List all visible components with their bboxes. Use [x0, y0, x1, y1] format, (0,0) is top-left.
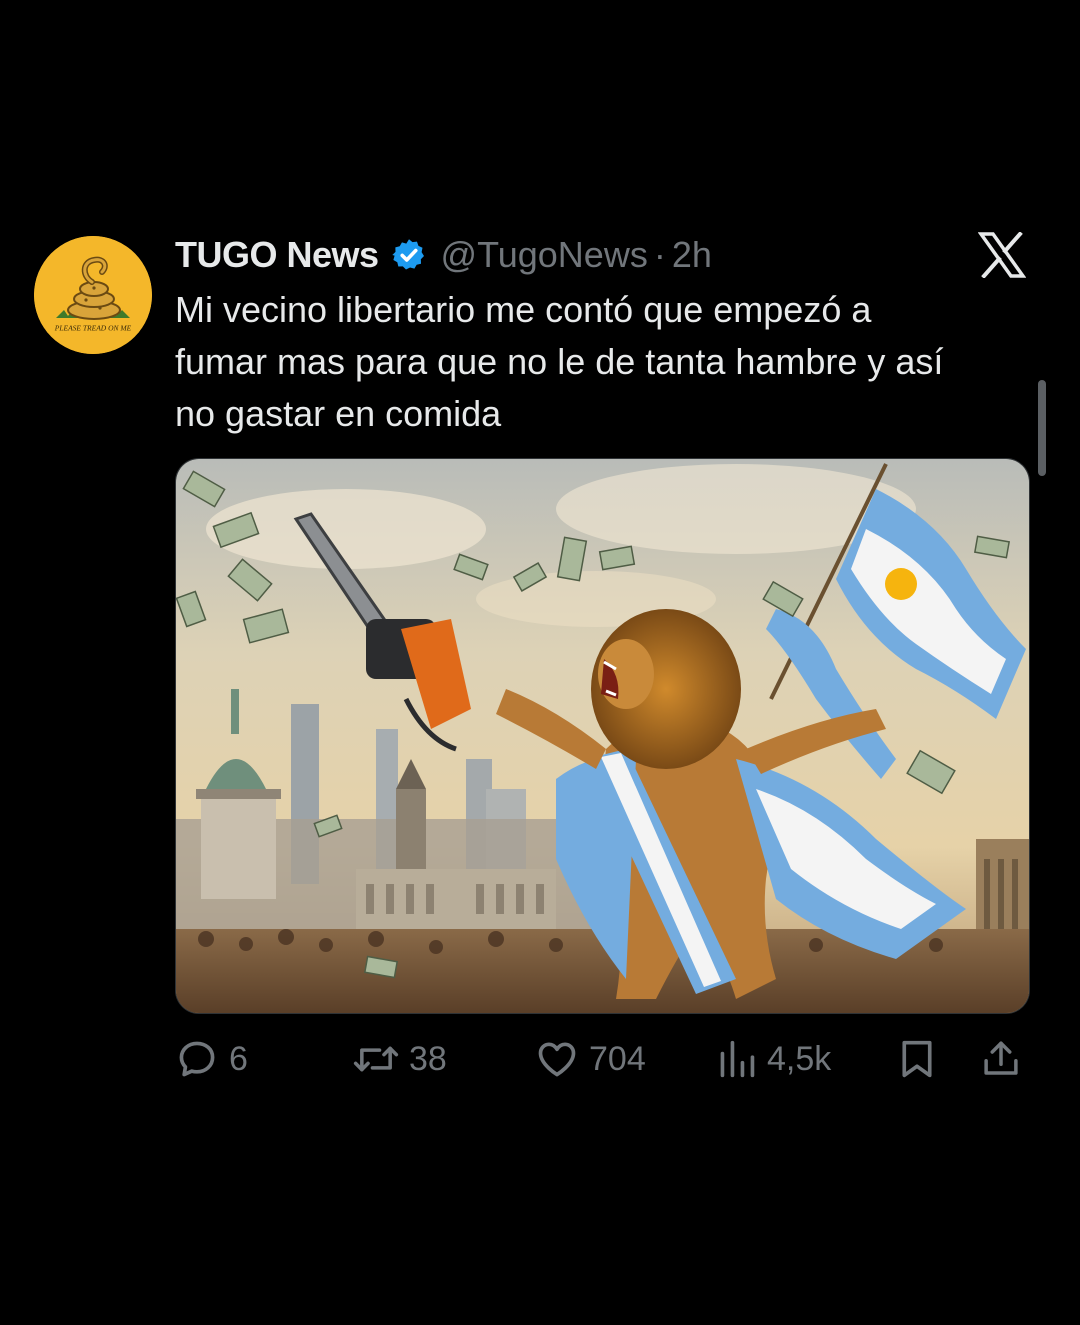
avatar[interactable]: PLEASE TREAD ON ME: [34, 236, 152, 354]
reply-button[interactable]: 6: [175, 1032, 248, 1086]
header-separator: ·: [653, 234, 666, 275]
views-chart-icon: [720, 1040, 755, 1078]
views-button[interactable]: 4,5k: [717, 1032, 831, 1086]
share-button[interactable]: [980, 1032, 1022, 1086]
share-icon: [984, 1041, 1018, 1075]
bookmark-button[interactable]: [897, 1032, 937, 1086]
verified-badge-icon: [391, 237, 427, 273]
lion-chainsaw-flag-image: [176, 459, 1029, 1013]
tweet-text: Mi vecino libertario me contó que empezó…: [175, 289, 944, 434]
scrollbar[interactable]: [1038, 380, 1046, 476]
tweet-header: TUGO News @TugoNews · 2h: [175, 232, 712, 278]
views-count: 4,5k: [767, 1039, 832, 1078]
retweet-count: 38: [409, 1039, 447, 1078]
svg-text:PLEASE TREAD ON ME: PLEASE TREAD ON ME: [54, 324, 132, 333]
like-button[interactable]: 704: [535, 1032, 646, 1086]
tweet-media-image[interactable]: [175, 458, 1030, 1014]
reply-icon: [179, 1041, 215, 1077]
tweet-action-bar: 6 38 704 4,5k: [175, 1032, 1025, 1086]
retweet-button[interactable]: 38: [353, 1032, 447, 1086]
x-logo-icon[interactable]: [978, 232, 1026, 278]
bookmark-icon: [902, 1040, 932, 1078]
retweet-icon: [353, 1046, 399, 1072]
tweet-timestamp[interactable]: 2h: [672, 234, 712, 276]
tweet-card: PLEASE TREAD ON ME TUGO News @TugoNews ·…: [0, 0, 1080, 1325]
reply-count: 6: [229, 1039, 248, 1078]
gadsden-snake-icon: PLEASE TREAD ON ME: [34, 236, 152, 354]
author-display-name[interactable]: TUGO News: [175, 234, 379, 276]
like-count: 704: [589, 1039, 646, 1078]
heart-icon: [538, 1042, 576, 1077]
author-handle[interactable]: @TugoNews: [441, 234, 648, 276]
